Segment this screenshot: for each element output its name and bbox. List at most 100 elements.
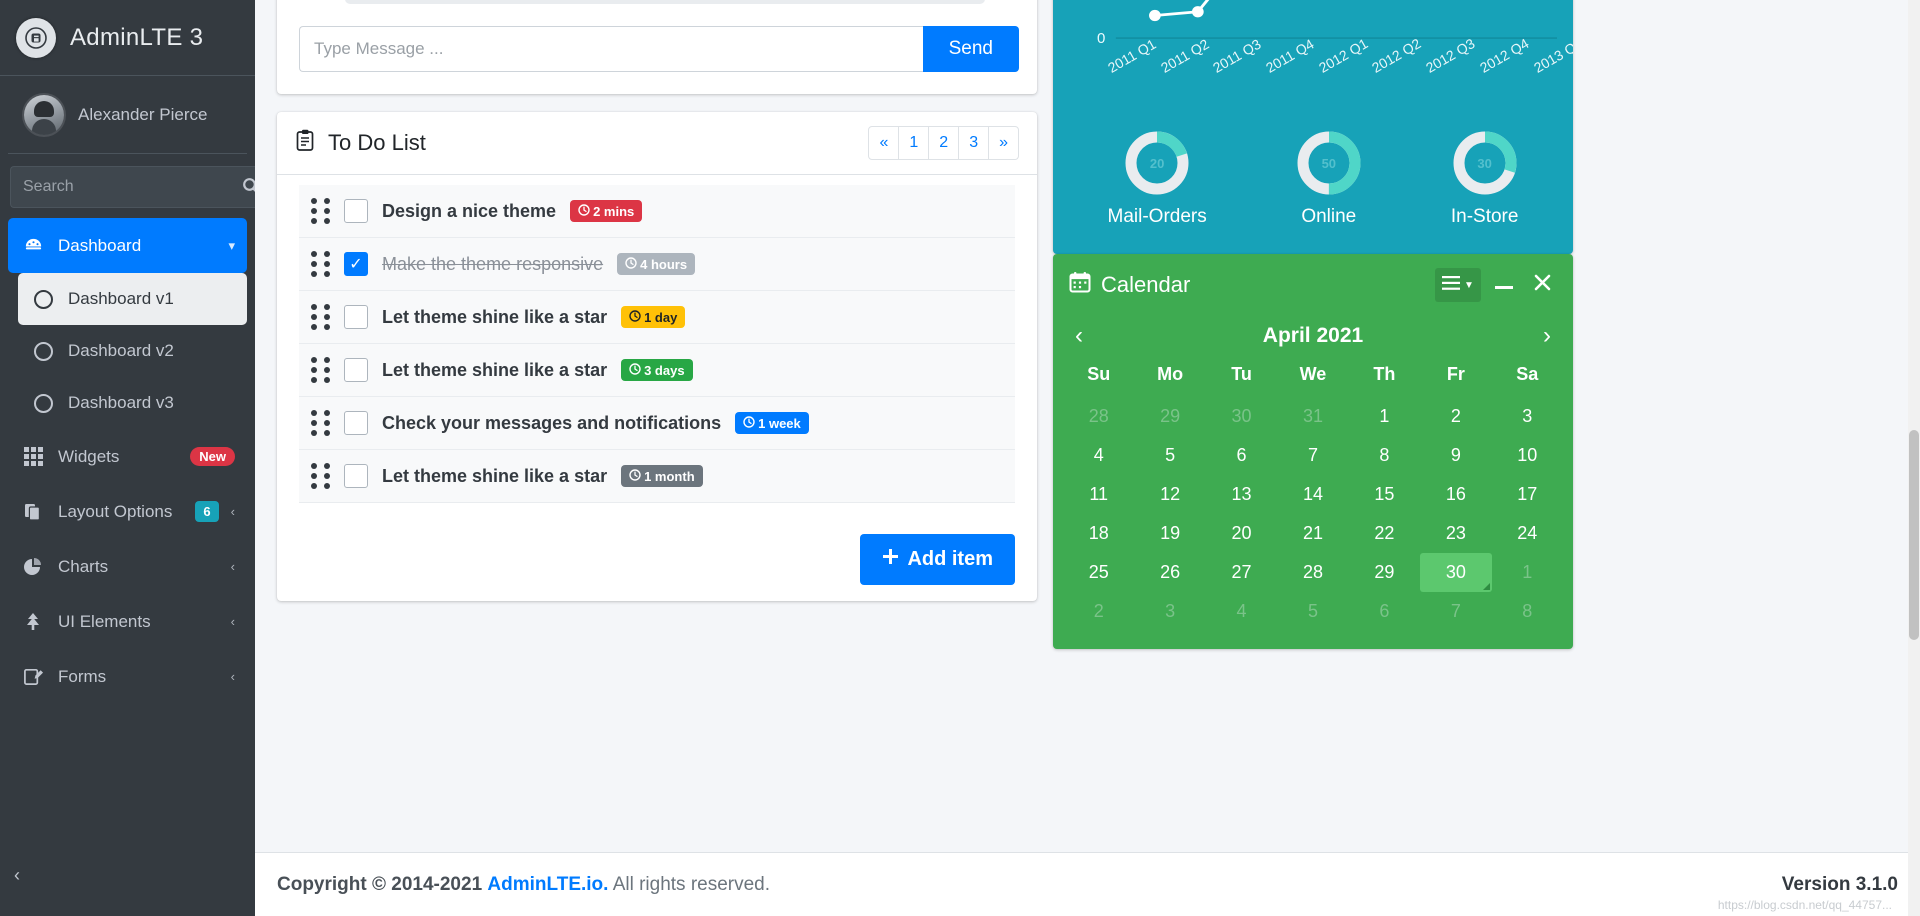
calendar-day[interactable]: 15 (1349, 475, 1420, 514)
calendar-day[interactable]: 3 (1134, 592, 1205, 631)
pagination-page-1[interactable]: 1 (898, 126, 930, 160)
sidebar-item-label: Widgets (58, 446, 120, 466)
calendar-day[interactable]: 20 (1206, 514, 1277, 553)
drag-handle-icon[interactable] (311, 198, 330, 224)
sidebar-item-widgets[interactable]: Widgets New (8, 429, 247, 484)
todo-title-text: To Do List (328, 130, 426, 155)
pagination-prev[interactable]: « (868, 126, 900, 160)
sidebar-item-dashboard[interactable]: Dashboard ▾ (8, 218, 247, 273)
calendar-day[interactable]: 1 (1492, 553, 1563, 592)
calendar-day[interactable]: 7 (1277, 436, 1348, 475)
todo-item[interactable]: Let theme shine like a star 1 day (299, 291, 1015, 344)
calendar-day[interactable]: 17 (1492, 475, 1563, 514)
sidebar-item-charts[interactable]: Charts ‹ (8, 539, 247, 594)
todo-checkbox[interactable]: ✓ (344, 252, 368, 276)
search-button[interactable] (242, 166, 255, 208)
sidebar-item-dashboard-v2[interactable]: Dashboard v2 (18, 325, 247, 377)
calendar-day[interactable]: 4 (1206, 592, 1277, 631)
todo-checkbox[interactable] (344, 411, 368, 435)
pagination-page-3[interactable]: 3 (958, 126, 990, 160)
todo-checkbox[interactable] (344, 464, 368, 488)
calendar-day[interactable]: 10 (1492, 436, 1563, 475)
calendar-day[interactable]: 29 (1349, 553, 1420, 592)
drag-handle-icon[interactable] (311, 304, 330, 330)
calendar-day[interactable]: 2 (1063, 592, 1134, 631)
pagination-page-2[interactable]: 2 (928, 126, 960, 160)
sidebar-item-dashboard-v1[interactable]: Dashboard v1 (18, 273, 247, 325)
calendar-day[interactable]: 18 (1063, 514, 1134, 553)
todo-item[interactable]: Let theme shine like a star 3 days (299, 344, 1015, 397)
calendar-day[interactable]: 22 (1349, 514, 1420, 553)
calendar-day[interactable]: 24 (1492, 514, 1563, 553)
calendar-day[interactable]: 12 (1134, 475, 1205, 514)
calendar-day[interactable]: 28 (1277, 553, 1348, 592)
todo-item[interactable]: ✓ Make the theme responsive 4 hours (299, 238, 1015, 291)
adminlte-logo-icon (16, 17, 56, 58)
calendar-day[interactable]: 28 (1063, 397, 1134, 436)
calendar-day[interactable]: 11 (1063, 475, 1134, 514)
todo-checkbox[interactable] (344, 358, 368, 382)
brand-header[interactable]: AdminLTE 3 (0, 0, 255, 76)
calendar-menu-button[interactable]: ▼ (1435, 268, 1481, 302)
calendar-day[interactable]: 14 (1277, 475, 1348, 514)
bars-icon (1442, 275, 1461, 295)
sidebar-item-layout-options[interactable]: Layout Options 6 ‹ (8, 484, 247, 539)
calendar-card: Calendar ▼ ‹ April 2021 › Su Mo Tu We Th… (1053, 254, 1573, 649)
drag-handle-icon[interactable] (311, 463, 330, 489)
calendar-day[interactable]: 6 (1349, 592, 1420, 631)
calendar-day[interactable]: 26 (1134, 553, 1205, 592)
calendar-day[interactable]: 27 (1206, 553, 1277, 592)
calendar-next-month-button[interactable]: › (1543, 324, 1551, 348)
calendar-day[interactable]: 1 (1349, 397, 1420, 436)
calendar-day[interactable]: 13 (1206, 475, 1277, 514)
calendar-close-button[interactable] (1527, 268, 1557, 302)
user-panel[interactable]: Alexander Pierce (8, 76, 247, 154)
calendar-day[interactable]: 31 (1277, 397, 1348, 436)
page-scrollbar[interactable] (1908, 0, 1920, 916)
calendar-day[interactable]: 5 (1277, 592, 1348, 631)
scrollbar-thumb[interactable] (1909, 430, 1919, 640)
calendar-day[interactable]: 3 (1492, 397, 1563, 436)
drag-handle-icon[interactable] (311, 410, 330, 436)
calendar-day[interactable]: 2 (1420, 397, 1491, 436)
calendar-day[interactable]: 16 (1420, 475, 1491, 514)
calendar-grid: Su Mo Tu We Th Fr Sa 28 29 30 31 1 2 3 4… (1053, 358, 1573, 649)
user-name: Alexander Pierce (78, 104, 208, 124)
search-input[interactable] (10, 166, 242, 208)
calendar-day[interactable]: 4 (1063, 436, 1134, 475)
calendar-dow: Sa (1516, 364, 1539, 384)
calendar-minimize-button[interactable] (1489, 268, 1519, 302)
calendar-day-today[interactable]: 30 (1420, 553, 1492, 592)
pagination-next[interactable]: » (988, 126, 1019, 160)
todo-item-label: Let theme shine like a star (382, 306, 608, 327)
drag-handle-icon[interactable] (311, 251, 330, 277)
calendar-day[interactable]: 8 (1349, 436, 1420, 475)
todo-item[interactable]: Design a nice theme 2 mins (299, 185, 1015, 238)
adminlte-link[interactable]: AdminLTE.io. (487, 874, 608, 895)
todo-checkbox[interactable] (344, 199, 368, 223)
sidebar-item-ui-elements[interactable]: UI Elements ‹ (8, 594, 247, 649)
calendar-day[interactable]: 25 (1063, 553, 1134, 592)
add-item-button[interactable]: Add item (860, 534, 1015, 585)
calendar-day[interactable]: 19 (1134, 514, 1205, 553)
calendar-day[interactable]: 23 (1420, 514, 1491, 553)
calendar-day[interactable]: 8 (1492, 592, 1563, 631)
copyright: Copyright © 2014-2021 AdminLTE.io. All r… (277, 874, 770, 896)
send-button[interactable]: Send (922, 26, 1019, 72)
calendar-prev-month-button[interactable]: ‹ (1075, 324, 1083, 348)
todo-checkbox[interactable] (344, 305, 368, 329)
calendar-day[interactable]: 5 (1134, 436, 1205, 475)
calendar-day[interactable]: 30 (1206, 397, 1277, 436)
calendar-day[interactable]: 9 (1420, 436, 1491, 475)
sidebar-item-forms[interactable]: Forms ‹ (8, 649, 247, 704)
drag-handle-icon[interactable] (311, 357, 330, 383)
calendar-day[interactable]: 29 (1134, 397, 1205, 436)
todo-item[interactable]: Check your messages and notifications 1 (299, 397, 1015, 450)
todo-item[interactable]: Let theme shine like a star 1 month (299, 450, 1015, 503)
calendar-day[interactable]: 7 (1420, 592, 1491, 631)
calendar-day[interactable]: 21 (1277, 514, 1348, 553)
calendar-day[interactable]: 6 (1206, 436, 1277, 475)
message-input[interactable] (299, 26, 923, 72)
sidebar-item-label: Dashboard v3 (68, 393, 174, 412)
sidebar-item-dashboard-v3[interactable]: Dashboard v3 (18, 377, 247, 429)
